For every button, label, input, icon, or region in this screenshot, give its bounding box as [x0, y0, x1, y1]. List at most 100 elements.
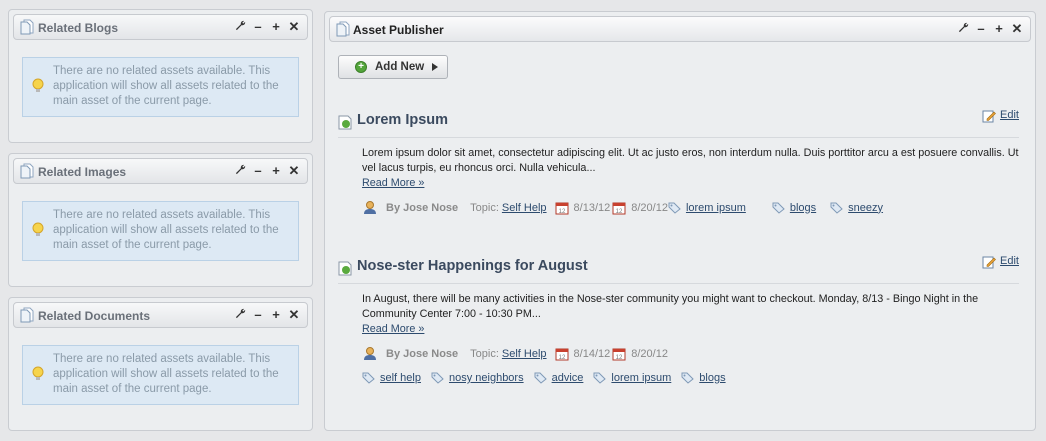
tag-icon — [668, 202, 681, 214]
add-new-button[interactable]: + Add New — [338, 55, 448, 79]
close-icon[interactable]: ✕ — [287, 308, 301, 322]
portlet-title: Related Documents — [38, 309, 151, 323]
portlet-header: Related Images – + ✕ — [13, 158, 308, 184]
edit-label: Edit — [1000, 255, 1019, 267]
portlet-tools: – + ✕ — [956, 22, 1024, 36]
configuration-wrench-icon[interactable] — [956, 22, 970, 36]
maximize-icon[interactable]: + — [992, 22, 1006, 36]
portlet-title: Related Images — [38, 165, 127, 179]
end-date: 8/20/12 — [631, 201, 668, 214]
topic-link[interactable]: Self Help — [502, 348, 547, 360]
document-icon — [20, 19, 34, 35]
tag-link[interactable]: blogs — [790, 202, 816, 214]
topic-label: Topic: — [470, 201, 499, 214]
lightbulb-icon — [31, 78, 45, 94]
user-icon — [362, 200, 377, 215]
author: By Jose Nose — [386, 201, 459, 214]
maximize-icon[interactable]: + — [269, 20, 283, 34]
tag-link[interactable]: nosy neighbors — [449, 372, 524, 384]
calendar-icon — [612, 347, 626, 361]
tag-link[interactable]: blogs — [699, 372, 725, 384]
portlet-title: Related Blogs — [38, 21, 119, 35]
minimize-icon[interactable]: – — [251, 308, 265, 322]
calendar-icon — [555, 201, 569, 215]
user-icon — [362, 346, 377, 361]
tag-link[interactable]: advice — [552, 372, 584, 384]
edit-icon — [982, 255, 996, 269]
portlet-header: Related Documents – + ✕ — [13, 302, 308, 328]
entry-title[interactable]: Lorem Ipsum — [357, 112, 448, 128]
asset-entry: Nose-ster Happenings for August Edit In … — [338, 255, 1019, 398]
tag-icon — [772, 202, 785, 214]
calendar-icon — [612, 201, 626, 215]
read-more-link[interactable]: Read More » — [362, 323, 424, 335]
portlet-tools: – + ✕ — [233, 308, 301, 322]
calendar-icon — [555, 347, 569, 361]
tag-icon — [593, 372, 606, 384]
related-blogs-portlet: Related Blogs – + ✕ There are no related… — [8, 9, 313, 143]
portlet-title: Asset Publisher — [353, 23, 444, 37]
tag-link[interactable]: sneezy — [848, 202, 883, 214]
end-date: 8/20/12 — [631, 347, 668, 360]
asset-entry: Lorem Ipsum Edit Lorem ipsum dolor sit a… — [338, 109, 1019, 222]
portlet-tools: – + ✕ — [233, 164, 301, 178]
minimize-icon[interactable]: – — [974, 22, 988, 36]
minimize-icon[interactable]: – — [251, 20, 265, 34]
document-icon — [20, 307, 34, 323]
add-icon: + — [355, 61, 367, 73]
lightbulb-icon — [31, 366, 45, 382]
configuration-wrench-icon[interactable] — [233, 20, 247, 34]
tag-link[interactable]: self help — [380, 372, 421, 384]
portlet-tools: – + ✕ — [233, 20, 301, 34]
edit-link[interactable]: Edit — [1000, 255, 1019, 267]
maximize-icon[interactable]: + — [269, 308, 283, 322]
close-icon[interactable]: ✕ — [287, 20, 301, 34]
author: By Jose Nose — [386, 347, 459, 360]
close-icon[interactable]: ✕ — [1010, 22, 1024, 36]
add-new-label: Add New — [375, 61, 425, 73]
info-message: There are no related assets available. T… — [22, 201, 299, 261]
close-icon[interactable]: ✕ — [287, 164, 301, 178]
tag-link[interactable]: lorem ipsum — [611, 372, 671, 384]
related-images-portlet: Related Images – + ✕ There are no relate… — [8, 153, 313, 287]
info-message-text: There are no related assets available. T… — [53, 65, 279, 107]
info-message: There are no related assets available. T… — [22, 57, 299, 117]
summary-text: Lorem ipsum dolor sit amet, consectetur … — [362, 147, 1019, 174]
info-message: There are no related assets available. T… — [22, 345, 299, 405]
entry-divider — [338, 283, 1019, 284]
configuration-wrench-icon[interactable] — [233, 308, 247, 322]
entry-metadata: By Jose Nose Topic: Self Help 8/13/12 8/… — [362, 200, 883, 215]
start-date: 8/13/12 — [573, 201, 611, 214]
info-message-text: There are no related assets available. T… — [53, 353, 279, 395]
read-more-link[interactable]: Read More » — [362, 177, 424, 189]
entry-metadata: By Jose Nose Topic: Self Help 8/14/12 8/… — [362, 346, 668, 361]
tag-icon — [830, 202, 843, 214]
lightbulb-icon — [31, 222, 45, 238]
tag-icon — [534, 372, 547, 384]
maximize-icon[interactable]: + — [269, 164, 283, 178]
related-documents-portlet: Related Documents – + ✕ There are no rel… — [8, 297, 313, 431]
entry-summary: In August, there will be many activities… — [362, 292, 1019, 337]
configuration-wrench-icon[interactable] — [233, 164, 247, 178]
entry-summary: Lorem ipsum dolor sit amet, consectetur … — [362, 146, 1019, 191]
edit-link[interactable]: Edit — [1000, 109, 1019, 121]
asset-publisher-portlet: Asset Publisher – + ✕ + Add New Lorem Ip… — [324, 11, 1036, 431]
tag-icon — [362, 372, 375, 384]
entry-title[interactable]: Nose-ster Happenings for August — [357, 258, 588, 274]
topic-label: Topic: — [470, 347, 499, 360]
summary-text: In August, there will be many activities… — [362, 293, 979, 320]
blog-entry-icon — [338, 115, 352, 130]
entry-divider — [338, 137, 1019, 138]
info-message-text: There are no related assets available. T… — [53, 209, 279, 251]
entry-tags: self help nosy neighbors advice lorem ip… — [362, 372, 726, 384]
dropdown-arrow-icon — [432, 63, 438, 71]
edit-icon — [982, 109, 996, 123]
tag-icon — [431, 372, 444, 384]
topic-link[interactable]: Self Help — [502, 202, 547, 214]
tag-link[interactable]: lorem ipsum — [686, 202, 746, 214]
portlet-header: Related Blogs – + ✕ — [13, 14, 308, 40]
minimize-icon[interactable]: – — [251, 164, 265, 178]
tag-icon — [681, 372, 694, 384]
start-date: 8/14/12 — [573, 347, 611, 360]
document-icon — [20, 163, 34, 179]
